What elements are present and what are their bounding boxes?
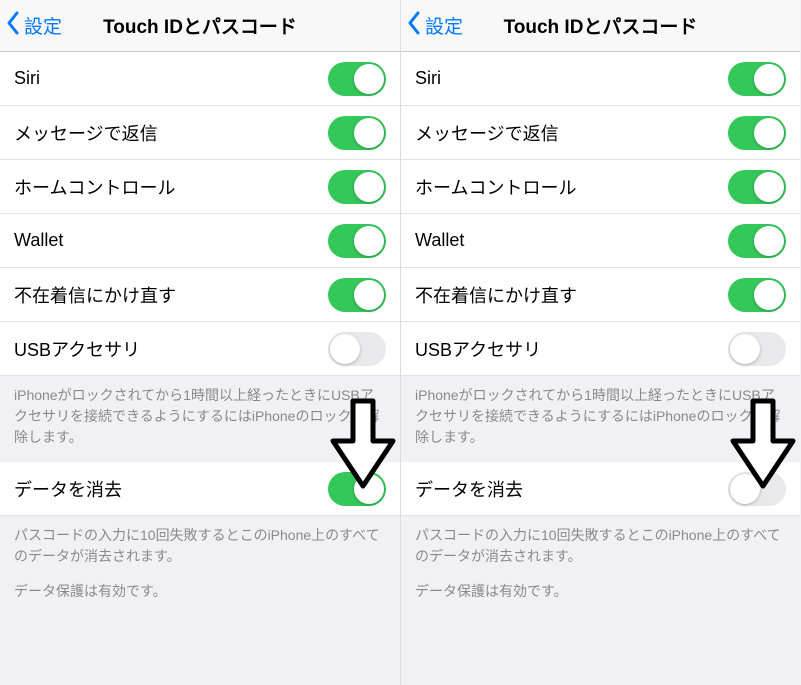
toggle-knob [354, 226, 384, 256]
erase-toggle[interactable] [728, 472, 786, 506]
siri-toggle[interactable] [328, 62, 386, 96]
toggle-knob [730, 474, 760, 504]
usb-footer-text: iPhoneがロックされてから1時間以上経ったときにUSBアクセサリを接続できる… [415, 385, 786, 448]
row-erase: データを消去 [0, 462, 400, 516]
home-toggle[interactable] [728, 170, 786, 204]
back-label: 設定 [425, 12, 463, 39]
row-callback: 不在着信にかけ直す [0, 268, 400, 322]
row-usb-label: USBアクセサリ [415, 336, 541, 362]
toggle-knob [354, 64, 384, 94]
settings-list: Siri メッセージで返信 ホームコントロール Wallet 不在着信にかけ直す… [401, 52, 800, 376]
toggle-knob [354, 172, 384, 202]
settings-pane: 設定 Touch IDとパスコード Siri メッセージで返信 ホームコントロー… [0, 0, 400, 685]
row-wallet: Wallet [401, 214, 800, 268]
toggle-knob [354, 474, 384, 504]
erase-footer: パスコードの入力に10回失敗するとこのiPhone上のすべてのデータが消去されま… [401, 516, 800, 616]
back-button[interactable]: 設定 [0, 11, 62, 41]
navbar: 設定 Touch IDとパスコード [0, 0, 400, 52]
row-usb: USBアクセサリ [0, 322, 400, 376]
row-siri: Siri [0, 52, 400, 106]
toggle-knob [354, 118, 384, 148]
navbar: 設定 Touch IDとパスコード [401, 0, 800, 52]
back-label: 設定 [24, 12, 62, 39]
toggle-knob [354, 280, 384, 310]
row-callback-label: 不在着信にかけ直す [415, 282, 577, 308]
home-toggle[interactable] [328, 170, 386, 204]
row-reply-label: メッセージで返信 [415, 120, 559, 146]
toggle-knob [330, 334, 360, 364]
settings-list: Siri メッセージで返信 ホームコントロール Wallet 不在着信にかけ直す… [0, 52, 400, 376]
reply-toggle[interactable] [728, 116, 786, 150]
row-callback-label: 不在着信にかけ直す [14, 282, 176, 308]
row-home: ホームコントロール [401, 160, 800, 214]
row-home-label: ホームコントロール [14, 174, 175, 200]
row-erase-label: データを消去 [415, 476, 523, 502]
toggle-knob [754, 226, 784, 256]
row-wallet: Wallet [0, 214, 400, 268]
erase-footer: パスコードの入力に10回失敗するとこのiPhone上のすべてのデータが消去されま… [0, 516, 400, 616]
row-siri-label: Siri [415, 68, 441, 89]
row-reply: メッセージで返信 [0, 106, 400, 160]
callback-toggle[interactable] [328, 278, 386, 312]
erase-toggle[interactable] [328, 472, 386, 506]
toggle-knob [754, 118, 784, 148]
erase-footer-text-1: パスコードの入力に10回失敗するとこのiPhone上のすべてのデータが消去されま… [14, 525, 386, 567]
row-siri: Siri [401, 52, 800, 106]
usb-footer-text: iPhoneがロックされてから1時間以上経ったときにUSBアクセサリを接続できる… [14, 385, 386, 448]
usb-toggle[interactable] [728, 332, 786, 366]
chevron-left-icon [407, 11, 425, 41]
row-usb-label: USBアクセサリ [14, 336, 140, 362]
reply-toggle[interactable] [328, 116, 386, 150]
row-usb: USBアクセサリ [401, 322, 800, 376]
erase-footer-text-2: データ保護は有効です。 [14, 581, 386, 602]
erase-list: データを消去 [0, 462, 400, 516]
row-wallet-label: Wallet [415, 230, 464, 251]
usb-toggle[interactable] [328, 332, 386, 366]
row-wallet-label: Wallet [14, 230, 63, 251]
row-siri-label: Siri [14, 68, 40, 89]
row-reply-label: メッセージで返信 [14, 120, 158, 146]
toggle-knob [754, 64, 784, 94]
erase-list: データを消去 [401, 462, 800, 516]
callback-toggle[interactable] [728, 278, 786, 312]
wallet-toggle[interactable] [328, 224, 386, 258]
toggle-knob [730, 334, 760, 364]
row-erase-label: データを消去 [14, 476, 122, 502]
row-home-label: ホームコントロール [415, 174, 576, 200]
row-erase: データを消去 [401, 462, 800, 516]
row-callback: 不在着信にかけ直す [401, 268, 800, 322]
row-reply: メッセージで返信 [401, 106, 800, 160]
usb-footer: iPhoneがロックされてから1時間以上経ったときにUSBアクセサリを接続できる… [0, 376, 400, 462]
wallet-toggle[interactable] [728, 224, 786, 258]
siri-toggle[interactable] [728, 62, 786, 96]
erase-footer-text-2: データ保護は有効です。 [415, 581, 786, 602]
back-button[interactable]: 設定 [401, 11, 463, 41]
row-home: ホームコントロール [0, 160, 400, 214]
erase-footer-text-1: パスコードの入力に10回失敗するとこのiPhone上のすべてのデータが消去されま… [415, 525, 786, 567]
settings-pane: 設定 Touch IDとパスコード Siri メッセージで返信 ホームコントロー… [400, 0, 800, 685]
usb-footer: iPhoneがロックされてから1時間以上経ったときにUSBアクセサリを接続できる… [401, 376, 800, 462]
chevron-left-icon [6, 11, 24, 41]
toggle-knob [754, 172, 784, 202]
toggle-knob [754, 280, 784, 310]
